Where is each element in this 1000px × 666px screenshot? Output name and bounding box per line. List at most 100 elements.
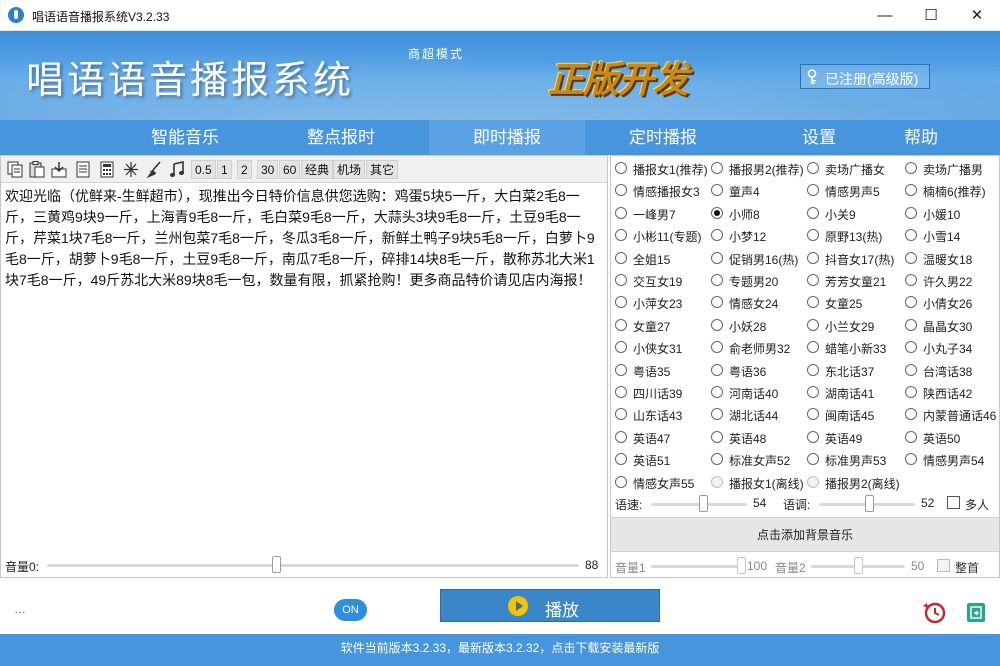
voice-radio[interactable] [905,296,917,309]
tab-instant-broadcast[interactable]: 即时播报 [429,120,585,155]
voice-radio[interactable] [905,386,917,398]
voice-radio[interactable] [615,251,627,264]
pause-2-button[interactable]: 2 [237,160,252,179]
voice-radio[interactable] [711,430,723,443]
voice-radio[interactable] [905,184,917,197]
voice-radio[interactable] [807,184,819,197]
volume-slider-track[interactable] [47,564,579,567]
voice-radio[interactable] [905,341,917,354]
voice-radio[interactable] [711,229,723,242]
pause-60-button[interactable]: 60 [279,160,301,179]
tab-scheduled-broadcast[interactable]: 定时播报 [585,120,741,155]
broom-icon[interactable] [146,161,162,178]
voice-radio[interactable] [711,251,723,264]
voice-radio[interactable] [711,408,723,421]
voice-radio[interactable] [807,251,819,264]
voice-radio[interactable] [807,206,819,219]
voice-radio[interactable] [615,475,627,488]
voice-radio[interactable] [905,274,917,286]
voice-radio[interactable] [905,206,917,219]
voice-radio[interactable] [615,184,627,197]
music-note-icon[interactable] [169,161,185,178]
broadcast-text-editor[interactable]: 欢迎光临（优鲜来-生鲜超市），现推出今日特价信息供您选购：鸡蛋5块5一斤，大白菜… [5,186,601,546]
add-background-music-button[interactable]: 点击添加背景音乐 [611,517,999,552]
voice-radio[interactable] [711,162,723,174]
voice-radio[interactable] [615,408,627,421]
voice-radio[interactable] [905,318,917,331]
tab-smart-music[interactable]: 智能音乐 [107,120,263,155]
more-options-link[interactable]: … [14,602,26,616]
voice-radio[interactable] [711,318,723,331]
multi-person-checkbox[interactable] [947,496,960,509]
voice-radio[interactable] [711,363,723,376]
voice-radio[interactable] [807,363,819,376]
document-icon[interactable] [75,161,91,178]
pause-30-button[interactable]: 30 [257,160,279,179]
voice-radio[interactable] [615,274,627,286]
voice-radio[interactable] [711,184,723,197]
history-timer-icon[interactable] [922,600,946,624]
voice-radio[interactable] [711,475,723,488]
voice-radio[interactable] [807,229,819,242]
pause-0-5-button[interactable]: 0.5 [191,160,216,179]
volume-slider-thumb[interactable] [271,556,281,573]
bgm-volume2-slider-thumb[interactable] [854,557,863,574]
voice-radio[interactable] [905,430,917,443]
voice-radio[interactable] [711,274,723,286]
version-status-bar[interactable]: 软件当前版本3.2.33，最新版本3.2.32，点击下载安装最新版 [0,634,1000,666]
voice-radio[interactable] [615,162,627,174]
voice-radio[interactable] [807,386,819,398]
bgm-volume1-slider-track[interactable] [651,565,741,568]
copy-icon[interactable] [7,161,23,178]
voice-radio[interactable] [905,453,917,466]
calculator-icon[interactable] [99,161,115,178]
voice-radio[interactable] [615,229,627,242]
voice-radio[interactable] [615,206,627,219]
speed-slider-thumb[interactable] [698,495,708,512]
voice-radio[interactable] [615,430,627,443]
voice-radio[interactable] [807,162,819,174]
voice-radio[interactable] [807,430,819,443]
voice-radio[interactable] [615,386,627,398]
minimize-button[interactable]: — [862,0,908,31]
voice-radio[interactable] [615,296,627,309]
close-button[interactable]: ✕ [954,0,1000,31]
voice-radio[interactable] [807,453,819,466]
whole-song-checkbox[interactable] [937,559,950,572]
voice-radio[interactable] [905,363,917,376]
voice-radio[interactable] [905,162,917,174]
classic-template-button[interactable]: 经典 [301,160,334,179]
pause-1-button[interactable]: 1 [217,160,232,179]
voice-radio[interactable] [711,453,723,466]
voice-radio[interactable] [807,318,819,331]
voice-radio[interactable] [905,408,917,421]
voice-radio[interactable] [905,229,917,242]
import-icon[interactable] [51,161,67,178]
maximize-button[interactable]: ☐ [908,0,954,31]
voice-radio[interactable] [615,363,627,376]
voice-radio[interactable] [905,251,917,264]
pitch-slider-thumb[interactable] [864,495,874,512]
export-icon[interactable] [966,602,986,623]
play-button[interactable]: 播放 [440,589,660,622]
voice-radio[interactable] [807,274,819,286]
voice-radio[interactable] [807,296,819,309]
sparkle-icon[interactable] [123,161,139,178]
bgm-volume1-slider-thumb[interactable] [737,557,746,574]
registration-status[interactable]: 已注册(高级版) [800,64,930,89]
voice-radio[interactable] [711,296,723,309]
voice-radio[interactable] [711,386,723,398]
airport-template-button[interactable]: 机场 [333,160,366,179]
paste-icon[interactable] [29,161,45,178]
voice-radio[interactable] [807,341,819,354]
voice-radio[interactable] [807,475,819,488]
voice-radio[interactable] [711,206,723,219]
voice-radio[interactable] [615,453,627,466]
voice-radio[interactable] [807,408,819,421]
other-template-button[interactable]: 其它 [366,160,399,179]
voice-radio[interactable] [615,341,627,354]
tab-hourly-chime[interactable]: 整点报时 [263,120,419,155]
tab-help[interactable]: 帮助 [843,120,999,155]
voice-radio[interactable] [615,318,627,331]
on-toggle[interactable]: ON [334,599,367,621]
